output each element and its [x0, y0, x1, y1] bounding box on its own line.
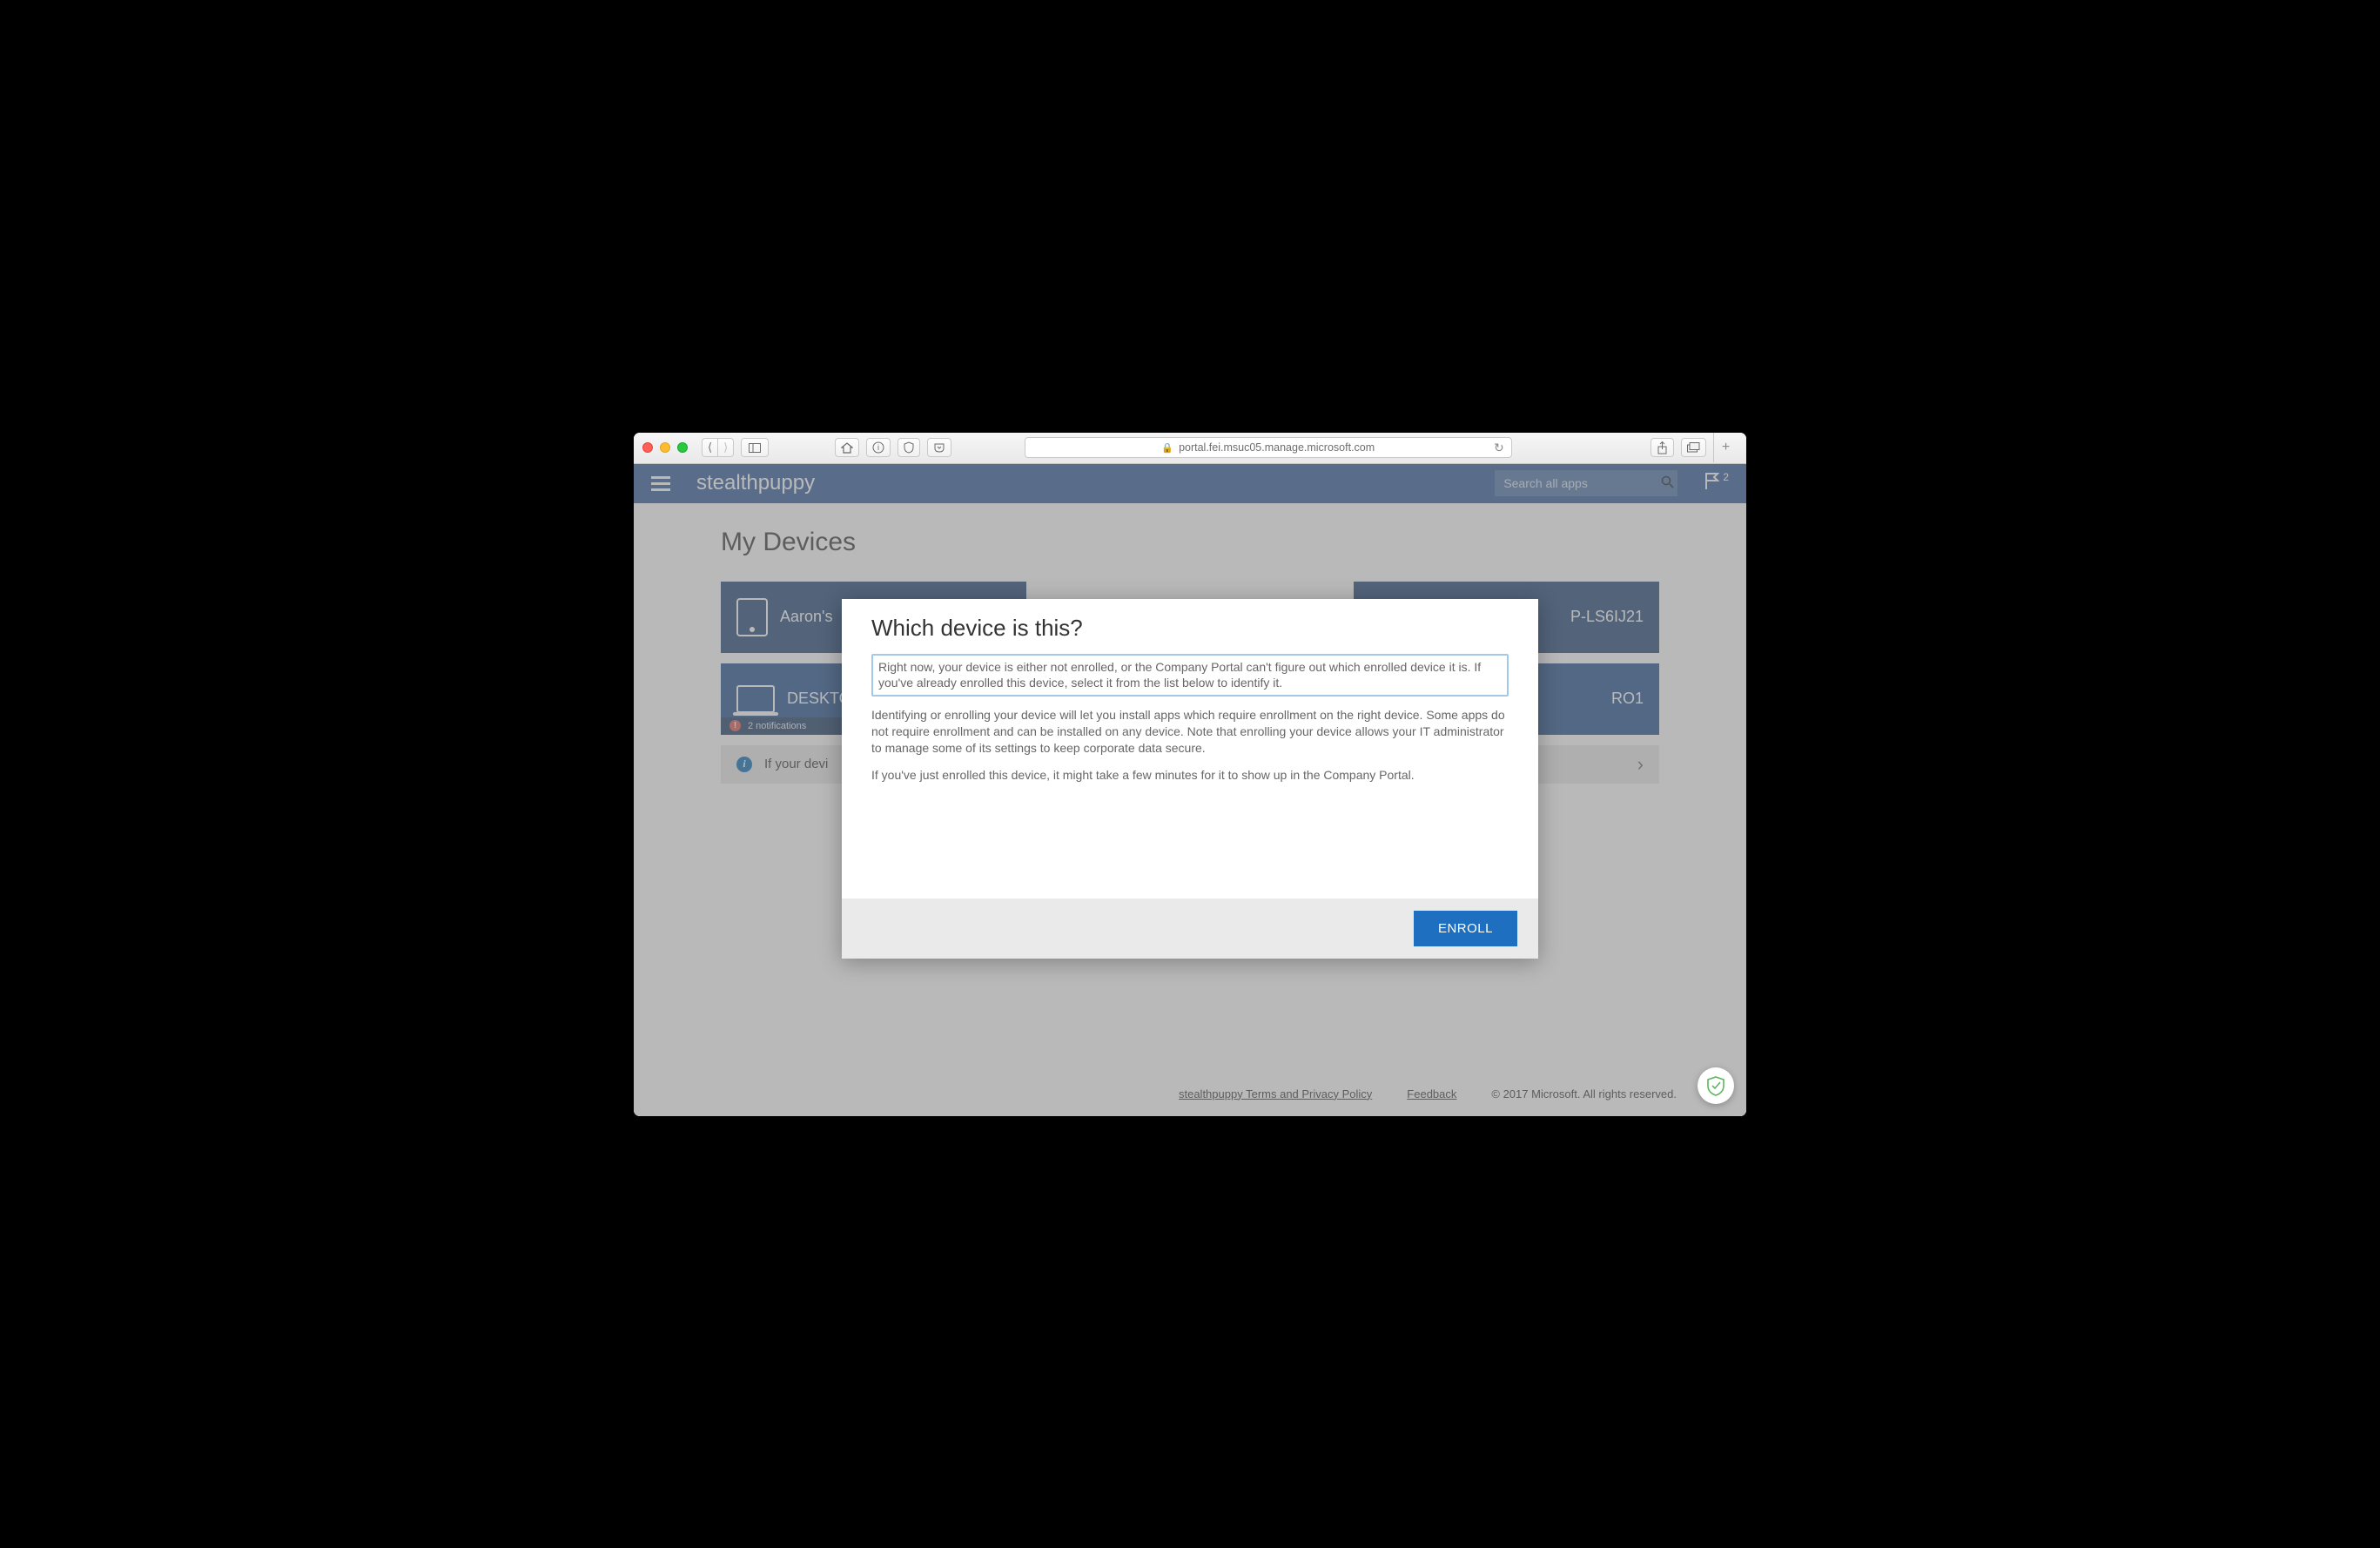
forward-button[interactable]: ⟩: [717, 438, 734, 457]
window-close-button[interactable]: [642, 442, 653, 453]
window-controls: [642, 442, 688, 453]
pocket-button[interactable]: [927, 438, 951, 457]
back-button[interactable]: ⟨: [702, 438, 717, 457]
info-button[interactable]: i: [866, 438, 891, 457]
modal-footer: ENROLL: [842, 899, 1538, 959]
modal-body: Which device is this? Right now, your de…: [842, 599, 1538, 899]
page-viewport: stealthpuppy 2 My Devices: [634, 464, 1746, 1116]
url-text: portal.fei.msuc05.manage.microsoft.com: [1179, 441, 1375, 454]
browser-window: ⟨ ⟩ i 🔒 portal.fei.msuc05.manage.microso…: [634, 433, 1746, 1116]
modal-title: Which device is this?: [871, 615, 1509, 642]
window-minimize-button[interactable]: [660, 442, 670, 453]
sidebar-button[interactable]: [741, 438, 769, 457]
tabs-button[interactable]: [1681, 438, 1706, 457]
new-tab-button[interactable]: +: [1713, 433, 1738, 462]
url-bar[interactable]: 🔒 portal.fei.msuc05.manage.microsoft.com…: [1025, 437, 1512, 458]
modal-text: If you've just enrolled this device, it …: [871, 767, 1509, 784]
refresh-icon[interactable]: ↻: [1494, 441, 1504, 455]
window-maximize-button[interactable]: [677, 442, 688, 453]
svg-text:i: i: [877, 443, 879, 452]
modal-text-highlight: Right now, your device is either not enr…: [871, 654, 1509, 697]
lock-icon: 🔒: [1161, 442, 1173, 454]
shield-button[interactable]: [898, 438, 920, 457]
nav-group: ⟨ ⟩: [702, 438, 734, 457]
home-button[interactable]: [835, 438, 859, 457]
modal-text: Identifying or enrolling your device wil…: [871, 707, 1509, 757]
enroll-button[interactable]: ENROLL: [1414, 911, 1517, 946]
browser-toolbar: ⟨ ⟩ i 🔒 portal.fei.msuc05.manage.microso…: [634, 433, 1746, 464]
identify-device-modal: Which device is this? Right now, your de…: [842, 599, 1538, 959]
shield-fab[interactable]: [1698, 1067, 1734, 1104]
share-button[interactable]: [1651, 438, 1674, 457]
